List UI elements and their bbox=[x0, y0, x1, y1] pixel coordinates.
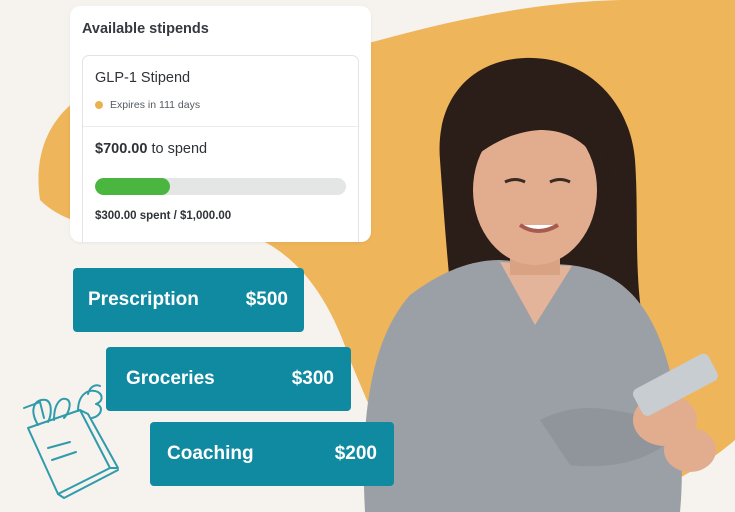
category-pill-prescription[interactable]: Prescription $500 bbox=[73, 268, 304, 332]
amount-value: $700.00 bbox=[95, 141, 148, 157]
divider bbox=[83, 126, 358, 127]
woman-with-phone-photo bbox=[363, 57, 718, 512]
progress-bar bbox=[95, 178, 346, 195]
category-amount: $300 bbox=[291, 368, 334, 389]
expiry-dot-icon bbox=[95, 101, 103, 109]
category-label: Groceries bbox=[126, 368, 215, 389]
card-title: Available stipends bbox=[82, 21, 209, 37]
category-label: Coaching bbox=[167, 443, 254, 464]
spent-summary: $300.00 spent / $1,000.00 bbox=[95, 210, 232, 222]
stipend-item[interactable]: GLP-1 Stipend Expires in 111 days $700.0… bbox=[82, 55, 359, 242]
category-pill-coaching[interactable]: Coaching $200 bbox=[150, 422, 394, 486]
category-label: Prescription bbox=[88, 289, 199, 310]
expiry-row: Expires in 111 days bbox=[95, 99, 200, 111]
stipend-name: GLP-1 Stipend bbox=[95, 70, 191, 86]
spend-amount: $700.00 to spend bbox=[95, 141, 207, 157]
stipend-card: Available stipends GLP-1 Stipend Expires… bbox=[70, 6, 371, 242]
category-amount: $500 bbox=[245, 289, 288, 310]
category-amount: $200 bbox=[334, 443, 377, 464]
amount-suffix: to spend bbox=[147, 141, 208, 157]
category-pill-groceries[interactable]: Groceries $300 bbox=[106, 347, 351, 411]
expiry-text: Expires in 111 days bbox=[110, 99, 201, 111]
grocery-bag-icon bbox=[23, 384, 119, 499]
progress-fill bbox=[95, 178, 171, 195]
